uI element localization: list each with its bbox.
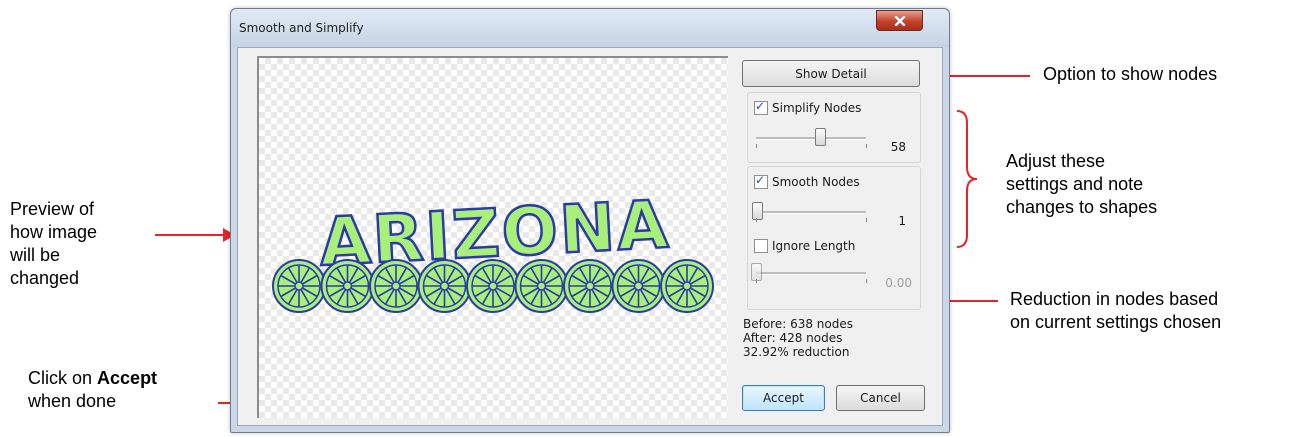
arrow-preview bbox=[155, 228, 235, 242]
annotation-when-done: when done bbox=[28, 391, 117, 411]
wagon-wheel bbox=[563, 259, 617, 313]
show-detail-button[interactable]: Show Detail bbox=[742, 60, 920, 87]
ignore-length-value: 0.00 bbox=[885, 276, 912, 290]
close-icon bbox=[894, 15, 905, 26]
simplify-group: Simplify Nodes 58 bbox=[747, 92, 921, 163]
reduction-text: 32.92% reduction bbox=[743, 345, 850, 359]
wagon-wheel bbox=[611, 259, 666, 313]
annotation-preview: Preview of how image will be changed bbox=[10, 199, 98, 288]
simplify-value: 58 bbox=[890, 140, 906, 154]
annotation-show-nodes: Option to show nodes bbox=[1043, 64, 1218, 84]
simplify-check-box[interactable] bbox=[754, 99, 768, 115]
dialog-body: ARIZONA Show Detail Simplify Nodes 58 bbox=[237, 47, 943, 426]
smooth-group: Smooth Nodes 1 Ignore Length 0.00 bbox=[747, 166, 921, 310]
cancel-button[interactable]: Cancel bbox=[836, 385, 925, 411]
ignore-length-label: Ignore Length bbox=[772, 239, 856, 253]
wagon-wheel bbox=[466, 259, 520, 313]
preview-canvas: ARIZONA bbox=[257, 56, 728, 418]
node-stats: Before: 638 nodes After: 428 nodes 32.92… bbox=[743, 317, 853, 359]
smooth-tick-start bbox=[756, 218, 757, 222]
simplify-slider[interactable] bbox=[756, 137, 866, 140]
smooth-slider[interactable] bbox=[756, 211, 866, 214]
annotation-click-on: Click on bbox=[28, 368, 98, 388]
before-nodes-text: Before: 638 nodes bbox=[743, 317, 854, 331]
smooth-nodes-checkbox[interactable]: Smooth Nodes bbox=[754, 173, 860, 189]
dialog-title: Smooth and Simplify bbox=[239, 21, 364, 35]
title-bar[interactable]: Smooth and Simplify bbox=[231, 9, 949, 47]
annotation-reduction: Reduction in nodes based on current sett… bbox=[1010, 289, 1222, 332]
smooth-check-box[interactable] bbox=[754, 173, 768, 189]
simplify-slider-thumb[interactable] bbox=[814, 128, 826, 146]
wagon-wheel bbox=[369, 259, 423, 313]
simplify-nodes-checkbox[interactable]: Simplify Nodes bbox=[754, 99, 862, 115]
ignore-tick-end bbox=[866, 279, 867, 283]
annotation-accept-word: Accept bbox=[97, 368, 158, 388]
ignore-length-check-box[interactable] bbox=[754, 239, 768, 253]
wagon-wheels bbox=[272, 259, 714, 313]
wagon-wheel bbox=[660, 259, 714, 313]
annotation-adjust-settings: Adjust these settings and note changes t… bbox=[1006, 151, 1158, 217]
wagon-wheel bbox=[272, 259, 326, 313]
wagon-wheel bbox=[320, 259, 375, 313]
simplify-nodes-label: Simplify Nodes bbox=[772, 101, 862, 115]
ignore-length-slider[interactable] bbox=[756, 272, 866, 275]
simplify-tick-start bbox=[756, 144, 757, 148]
after-nodes-text: After: 428 nodes bbox=[743, 331, 843, 345]
smooth-simplify-dialog: Smooth and Simplify ARIZONA Show Detail … bbox=[230, 8, 950, 433]
annotation-click-accept: Click on Accept when done bbox=[28, 367, 208, 413]
arrow-show-nodes bbox=[938, 69, 1030, 83]
settings-panel: Show Detail Simplify Nodes 58 Smooth Nod… bbox=[735, 52, 933, 415]
brace-settings bbox=[956, 110, 978, 248]
accept-button[interactable]: Accept bbox=[742, 385, 825, 411]
close-button[interactable] bbox=[876, 10, 923, 31]
wagon-wheel bbox=[514, 259, 569, 313]
smooth-nodes-label: Smooth Nodes bbox=[772, 175, 860, 189]
ignore-tick-start bbox=[756, 279, 757, 283]
ignore-length-checkbox[interactable]: Ignore Length bbox=[754, 239, 855, 253]
wagon-wheel bbox=[417, 259, 472, 313]
arizona-preview-graphic: ARIZONA bbox=[272, 185, 714, 313]
smooth-slider-thumb[interactable] bbox=[752, 202, 764, 220]
smooth-value: 1 bbox=[898, 214, 906, 228]
